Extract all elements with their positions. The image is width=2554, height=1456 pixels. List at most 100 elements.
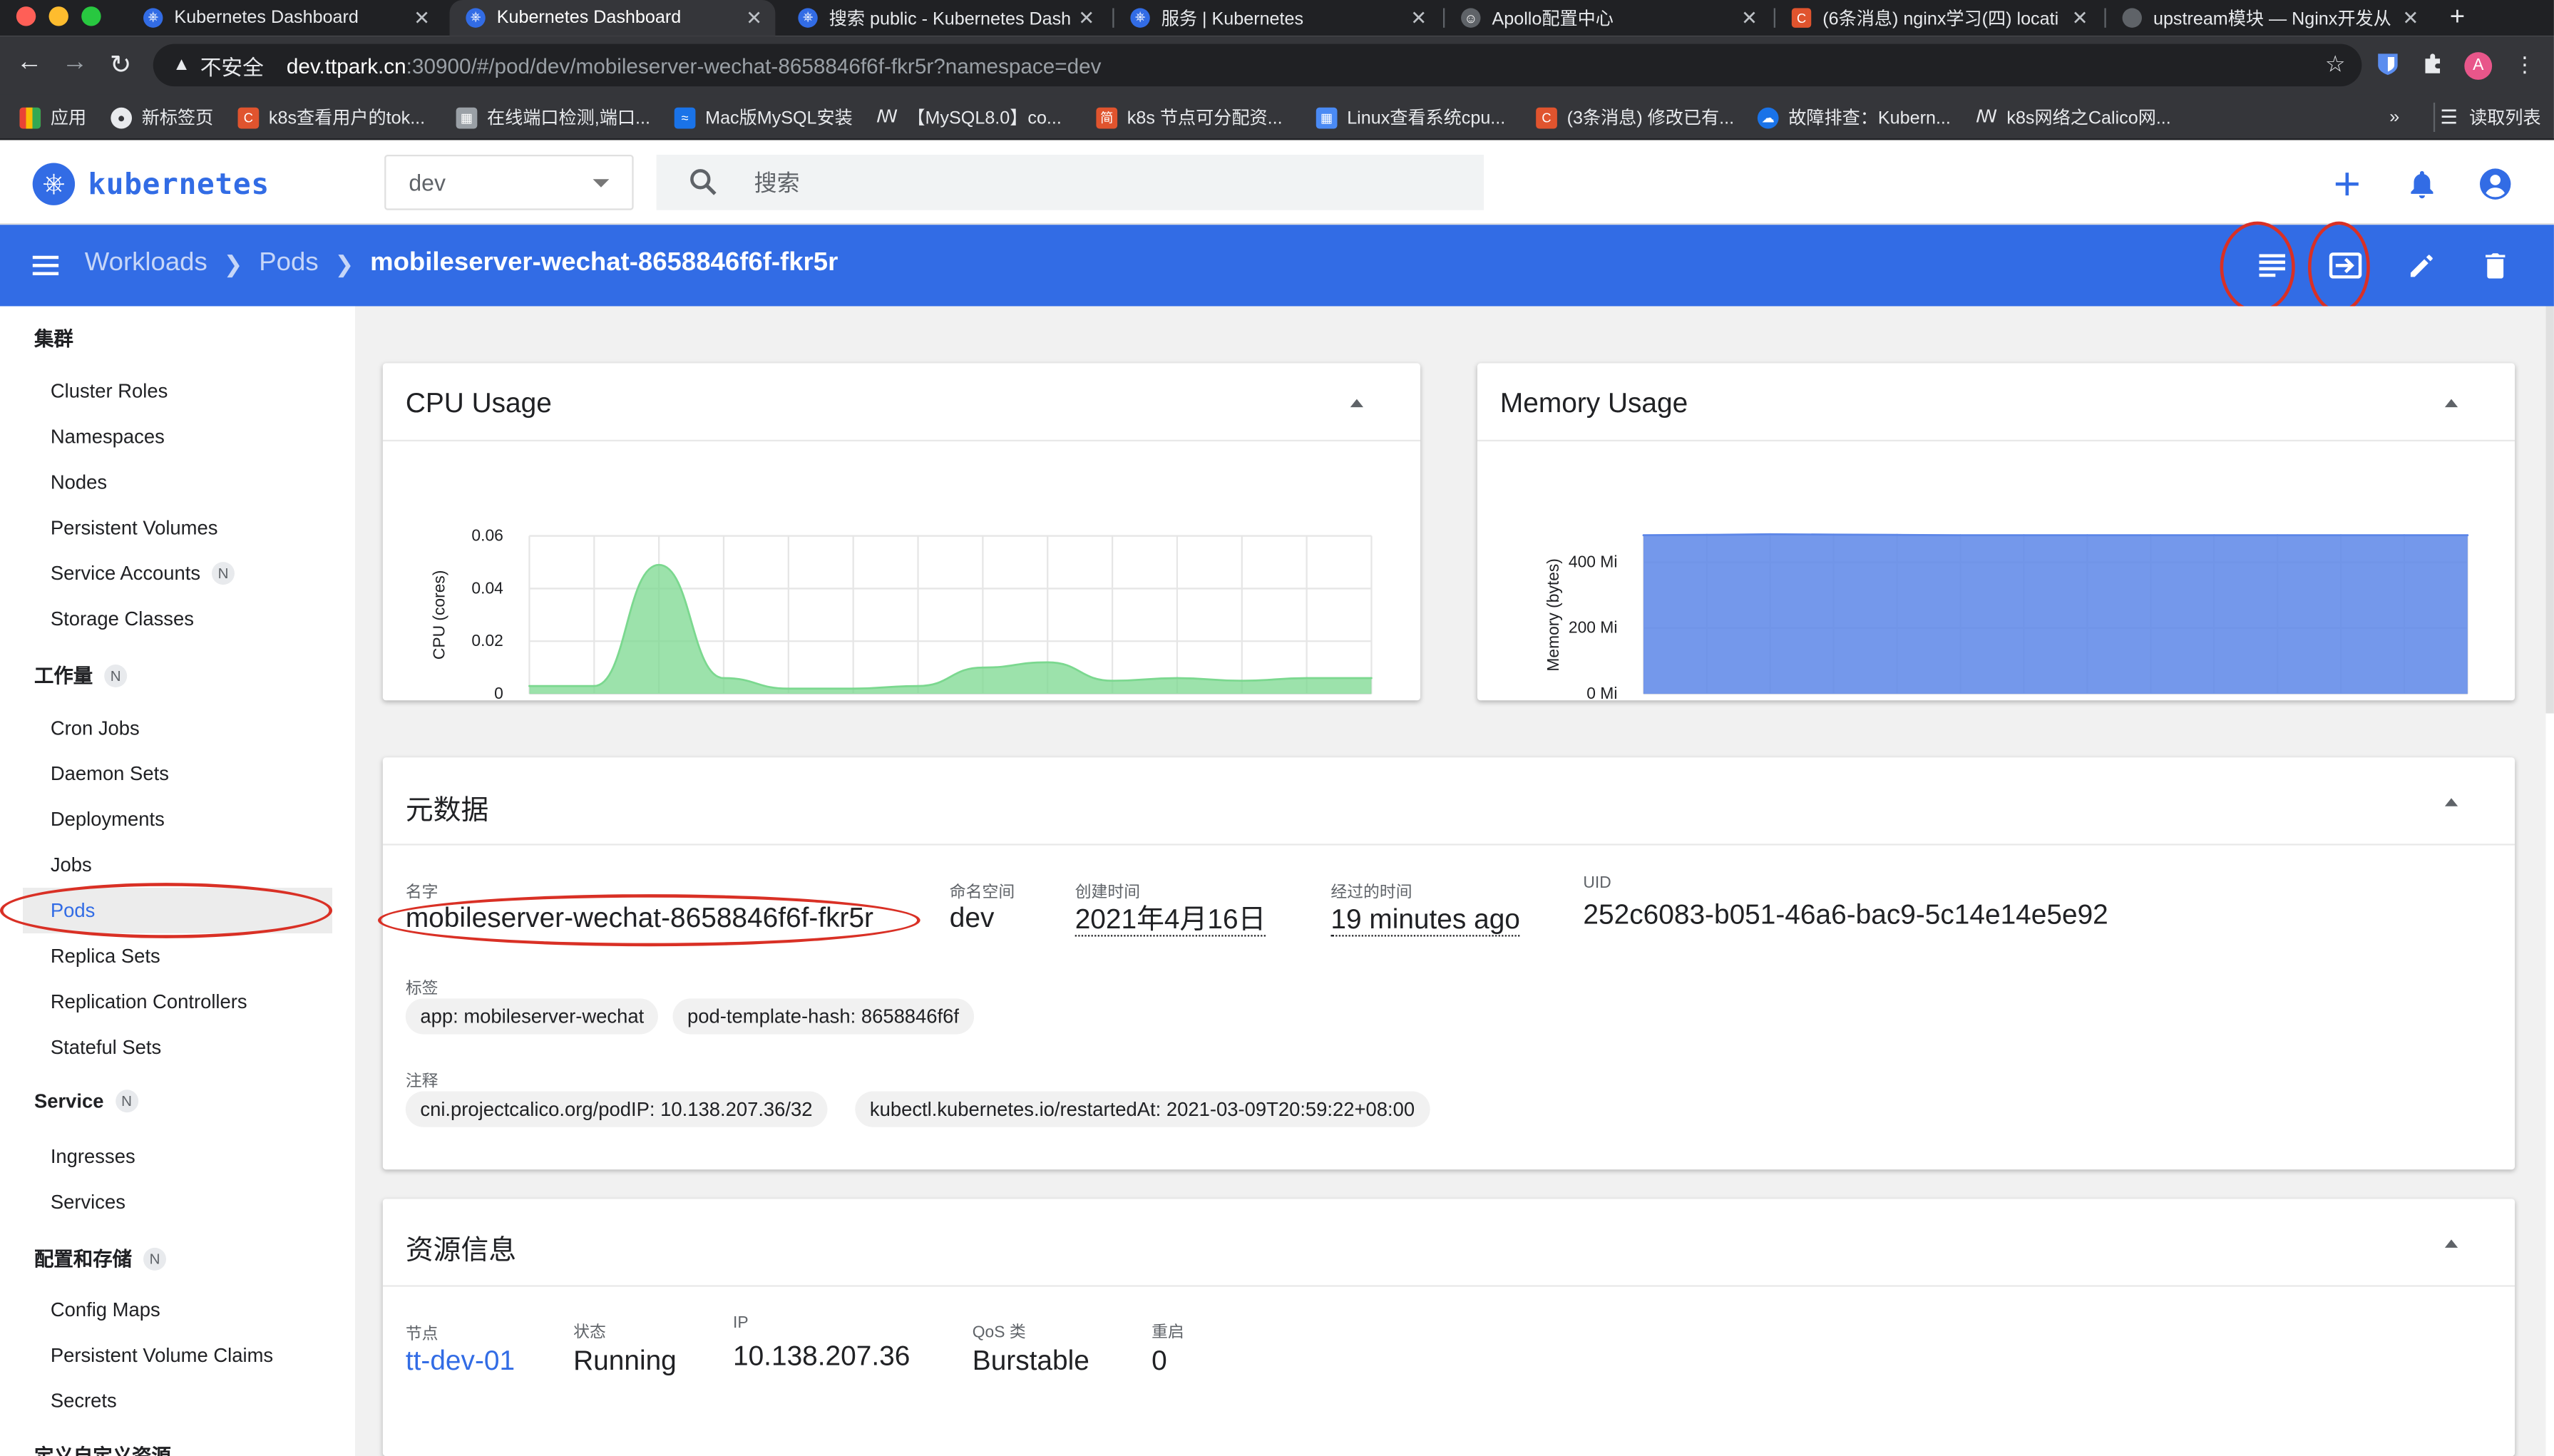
bookmark-item[interactable]: 应用 bbox=[19, 103, 86, 132]
bookmark-item[interactable]: Ck8s查看用户的tok... bbox=[237, 103, 425, 132]
field-label-labels: 标签 bbox=[405, 980, 439, 999]
breadcrumb-workloads[interactable]: Workloads bbox=[85, 250, 207, 279]
namespace-value: dev bbox=[949, 902, 995, 933]
collapse-icon[interactable] bbox=[2444, 399, 2458, 408]
bookmark-item[interactable]: 简 k8s 节点可分配资... bbox=[1096, 103, 1283, 132]
close-tab-icon[interactable]: ✕ bbox=[2399, 6, 2422, 29]
sidebar-item-replication-controllers[interactable]: Replication Controllers bbox=[51, 990, 247, 1013]
sidebar-section-label: 工作量 bbox=[34, 665, 93, 688]
jianshu-icon: 简 bbox=[1096, 106, 1118, 128]
collapse-icon[interactable] bbox=[2444, 798, 2458, 806]
bookmark-item[interactable]: ꟿ k8s网络之Calico网... bbox=[1976, 103, 2171, 132]
restarts-value: 0 bbox=[1152, 1345, 1167, 1377]
sidebar-item-namespaces[interactable]: Namespaces bbox=[51, 425, 165, 448]
browser-menu-icon[interactable]: ⋮ bbox=[2512, 52, 2538, 78]
close-tab-icon[interactable]: ✕ bbox=[1738, 6, 1760, 29]
node-link[interactable]: tt-dev-01 bbox=[406, 1345, 515, 1378]
bookmark-item[interactable]: ● 新标签页 bbox=[111, 103, 213, 132]
page-scrollbar[interactable] bbox=[2545, 306, 2554, 714]
sidebar-section-label: Service bbox=[34, 1090, 104, 1113]
reading-list-button[interactable]: ☰ 读取列表 bbox=[2433, 102, 2541, 133]
sidebar-item-service-accounts[interactable]: Service Accounts N bbox=[51, 562, 235, 585]
sidebar-item-ingresses[interactable]: Ingresses bbox=[51, 1145, 135, 1168]
data-point bbox=[528, 685, 530, 687]
address-bar[interactable]: ▲ 不安全 dev.ttpark.cn :30900/#/pod/dev/mob… bbox=[153, 43, 2362, 87]
close-tab-icon[interactable]: ✕ bbox=[411, 6, 434, 29]
delete-trash-icon[interactable] bbox=[2478, 247, 2513, 283]
bookmark-star-icon[interactable]: ☆ bbox=[2325, 51, 2346, 78]
bookmark-item[interactable]: ≈ Mac版MySQL安装 bbox=[674, 103, 853, 132]
sidebar-item-deployments[interactable]: Deployments bbox=[51, 808, 165, 831]
profile-avatar[interactable]: A bbox=[2464, 52, 2493, 80]
bitwarden-extension-icon[interactable] bbox=[2375, 52, 2401, 78]
sidebar-item-secrets[interactable]: Secrets bbox=[51, 1390, 117, 1413]
sidebar-item-stateful-sets[interactable]: Stateful Sets bbox=[51, 1036, 161, 1059]
minimize-window-button[interactable] bbox=[48, 6, 68, 26]
browser-toolbar: ← → ↻ ▲ 不安全 dev.ttpark.cn :30900/#/pod/d… bbox=[0, 36, 2554, 95]
notifications-bell-icon[interactable] bbox=[2404, 166, 2440, 202]
namespace-select[interactable]: dev bbox=[384, 155, 634, 210]
sidebar-item-cluster-roles[interactable]: Cluster Roles bbox=[51, 379, 168, 402]
bookmark-item[interactable]: ▦ Linux查看系统cpu... bbox=[1316, 103, 1505, 132]
bookmark-item[interactable]: ▦ 在线端口检测,端口... bbox=[456, 103, 650, 132]
browser-tab[interactable]: ☺ Apollo配置中心 ✕ bbox=[1445, 0, 1770, 36]
sidebar-item-replica-sets[interactable]: Replica Sets bbox=[51, 945, 160, 968]
y-tick-label: 0.04 bbox=[471, 578, 503, 597]
tab-title: 服务 | Kubernetes bbox=[1161, 9, 1304, 30]
browser-tab[interactable]: ⎈ 服务 | Kubernetes ✕ bbox=[1114, 0, 1440, 36]
kubernetes-logo[interactable]: ⎈ kubernetes bbox=[32, 163, 270, 205]
sidebar-item-persistent-volume-claims[interactable]: Persistent Volume Claims bbox=[51, 1344, 273, 1367]
sidebar-section-service[interactable]: Service N bbox=[34, 1090, 138, 1113]
sidebar-section-config-storage[interactable]: 配置和存储 N bbox=[34, 1244, 167, 1272]
create-plus-icon[interactable] bbox=[2329, 166, 2365, 202]
field-label-age: 经过的时间 bbox=[1330, 884, 1412, 903]
reload-icon[interactable]: ↻ bbox=[104, 49, 137, 82]
close-tab-icon[interactable]: ✕ bbox=[743, 6, 766, 29]
browser-tab[interactable]: C (6条消息) nginx学习(四) locati ✕ bbox=[1775, 0, 2101, 36]
data-point bbox=[1176, 677, 1179, 680]
sidebar-item-storage-classes[interactable]: Storage Classes bbox=[51, 607, 194, 630]
close-window-button[interactable] bbox=[16, 6, 36, 26]
back-icon[interactable]: ← bbox=[13, 49, 46, 78]
browser-tab[interactable]: ⎈ Kubernetes Dashboard ✕ bbox=[127, 0, 443, 36]
new-tab-icon[interactable]: + bbox=[2450, 4, 2465, 33]
edit-pencil-icon[interactable] bbox=[2404, 247, 2440, 283]
sidebar-item-persistent-volumes[interactable]: Persistent Volumes bbox=[51, 516, 218, 539]
sidebar-section-crd[interactable]: 定义自定义资源 bbox=[34, 1442, 171, 1456]
search-input[interactable]: 搜索 bbox=[656, 155, 1484, 210]
menu-hamburger-icon[interactable] bbox=[32, 254, 59, 283]
browser-tab-strip: ⎈ Kubernetes Dashboard ✕ ⎈ Kubernetes Da… bbox=[0, 0, 2554, 36]
close-tab-icon[interactable]: ✕ bbox=[2068, 6, 2091, 29]
insecure-label: 不安全 bbox=[200, 54, 264, 79]
search-placeholder: 搜索 bbox=[754, 169, 800, 196]
close-tab-icon[interactable]: ✕ bbox=[1075, 6, 1098, 29]
bookmark-item[interactable]: ☁ 故障排查：Kubern... bbox=[1757, 103, 1951, 132]
browser-tab-active[interactable]: ⎈ Kubernetes Dashboard ✕ bbox=[449, 0, 776, 36]
sidebar-item-daemon-sets[interactable]: Daemon Sets bbox=[51, 762, 169, 785]
close-tab-icon[interactable]: ✕ bbox=[1407, 6, 1430, 29]
breadcrumb-pods[interactable]: Pods bbox=[259, 250, 318, 279]
collapse-icon[interactable] bbox=[1350, 399, 1364, 408]
qos-value: Burstable bbox=[972, 1345, 1089, 1377]
apollo-favicon-icon: ☺ bbox=[1461, 8, 1481, 28]
zoom-window-button[interactable] bbox=[81, 6, 101, 26]
tab-title: Apollo配置中心 bbox=[1492, 9, 1614, 30]
user-account-icon[interactable] bbox=[2478, 166, 2513, 202]
sidebar-item-config-maps[interactable]: Config Maps bbox=[51, 1298, 160, 1321]
bookmark-item[interactable]: C (3条消息) 修改已有... bbox=[1536, 103, 1734, 132]
sidebar-section-workloads[interactable]: 工作量 N bbox=[34, 661, 128, 689]
more-bookmarks-button[interactable]: » bbox=[2389, 103, 2399, 132]
bookmark-item[interactable]: ꟿ 【MySQL8.0】co... bbox=[876, 103, 1062, 132]
sidebar-item-jobs[interactable]: Jobs bbox=[51, 853, 92, 876]
sidebar-item-cron-jobs[interactable]: Cron Jobs bbox=[51, 717, 140, 739]
forward-icon[interactable]: → bbox=[58, 49, 91, 78]
data-point bbox=[1111, 680, 1114, 682]
sidebar-item-nodes[interactable]: Nodes bbox=[51, 471, 107, 493]
sidebar-item-services[interactable]: Services bbox=[51, 1191, 125, 1214]
browser-tab[interactable]: upstream模块 — Nginx开发从 ✕ bbox=[2106, 0, 2432, 36]
browser-tab[interactable]: ⎈ 搜索 public - Kubernetes Dash ✕ bbox=[782, 0, 1108, 36]
feather-icon: ꟿ bbox=[1975, 106, 1998, 127]
collapse-icon[interactable] bbox=[2444, 1239, 2458, 1248]
sidebar-section-cluster[interactable]: 集群 bbox=[34, 324, 73, 352]
extensions-puzzle-icon[interactable] bbox=[2421, 52, 2447, 78]
